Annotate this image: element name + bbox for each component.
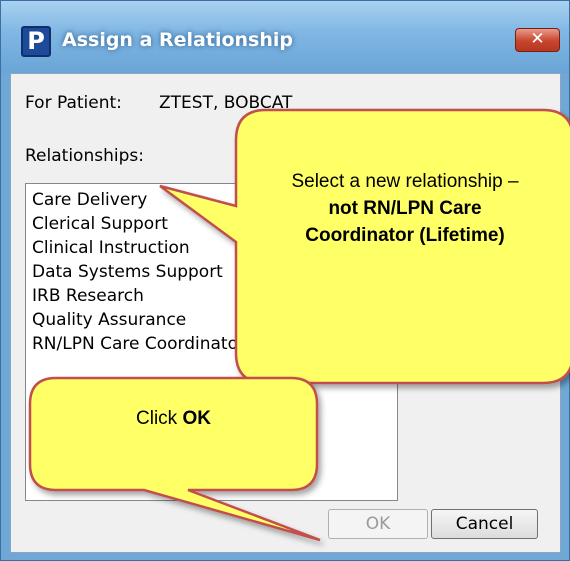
callout-top-line3: Coordinator (Lifetime) xyxy=(305,225,505,246)
callout-top-line1: Select a new relationship – xyxy=(291,171,519,192)
callout-bottom-emphasis: OK xyxy=(182,408,211,429)
callout-top-line2: not RN/LPN Care xyxy=(328,198,482,219)
callout-bottom-shape xyxy=(28,376,321,542)
callout-overlay xyxy=(28,108,570,542)
callout-bottom-text: Click OK xyxy=(30,405,317,432)
callout-bottom-prefix: Click xyxy=(136,408,178,429)
callout-top-text: Select a new relationship – not RN/LPN C… xyxy=(250,168,560,249)
